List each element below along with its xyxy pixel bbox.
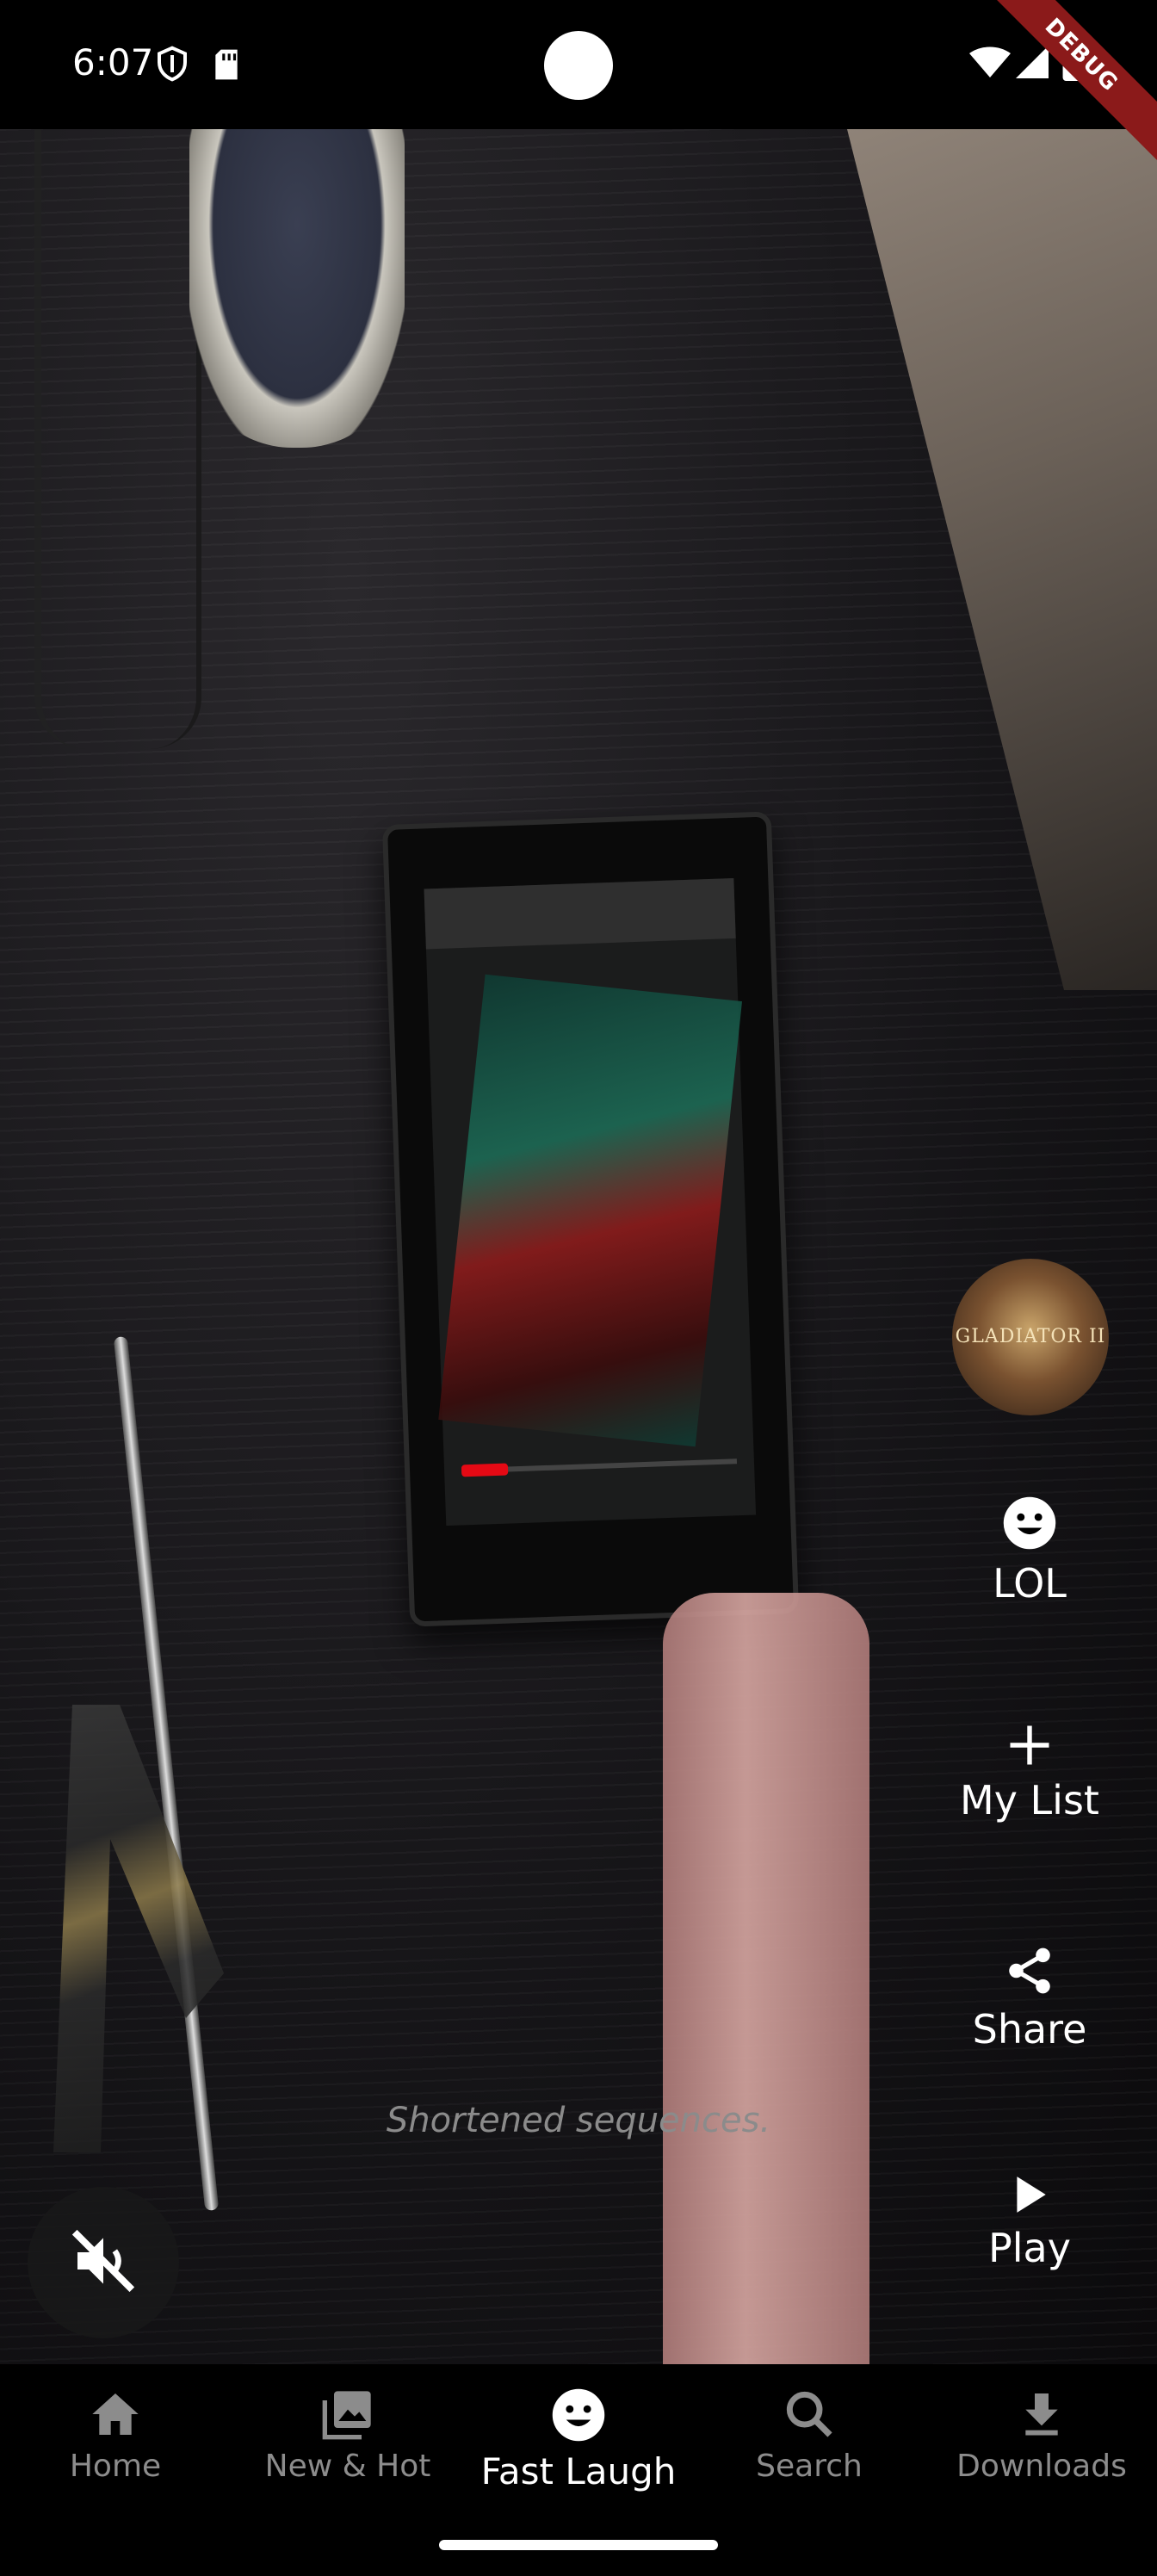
wifi-icon: [969, 46, 1011, 81]
collections-icon: [322, 2391, 371, 2440]
sd-card-icon: [212, 48, 241, 84]
play-icon: [926, 2173, 1133, 2220]
nav-new-and-hot[interactable]: New & Hot: [236, 2387, 460, 2484]
video-scene-mug: [189, 129, 405, 448]
nav-fast-laugh-label: Fast Laugh: [480, 2450, 677, 2492]
nav-home[interactable]: Home: [3, 2387, 227, 2484]
download-icon: [1025, 2393, 1058, 2436]
shield-icon: [155, 45, 189, 86]
lol-label: LOL: [993, 1560, 1067, 1607]
video-scene-finger: [663, 1593, 869, 2493]
smiley-icon: [926, 1495, 1133, 1555]
volume-off-icon: [69, 2226, 138, 2299]
home-indicator[interactable]: [439, 2540, 718, 2550]
play-button[interactable]: Play: [926, 2173, 1133, 2271]
nav-downloads[interactable]: Downloads: [930, 2387, 1154, 2484]
nav-home-label: Home: [69, 2449, 162, 2484]
video-scene-tablet: [381, 811, 800, 1627]
smiley-icon: [552, 2388, 605, 2442]
status-bar: 6:07 DEBUG: [0, 0, 1157, 168]
video-scene-glasses: [34, 129, 201, 749]
status-time: 6:07: [72, 41, 154, 84]
share-label: Share: [972, 2006, 1087, 2053]
movie-poster-avatar[interactable]: GLADIATOR II: [952, 1259, 1109, 1415]
tablet-screen: [424, 877, 757, 1526]
nav-downloads-label: Downloads: [956, 2449, 1127, 2484]
play-label: Play: [988, 2225, 1071, 2271]
my-list-label: My List: [960, 1777, 1099, 1824]
poster-title: GLADIATOR II: [955, 1326, 1106, 1347]
nav-new-and-hot-label: New & Hot: [264, 2449, 431, 2484]
tablet-progress-bar: [461, 1458, 738, 1477]
nav-search-label: Search: [756, 2449, 863, 2484]
search-icon: [786, 2391, 832, 2437]
plus-icon: [926, 1722, 1133, 1772]
share-icon: [926, 1944, 1133, 2001]
nav-fast-laugh[interactable]: Fast Laugh: [467, 2387, 690, 2492]
tablet-topbar: [424, 877, 736, 950]
lol-button[interactable]: LOL: [926, 1495, 1133, 1607]
my-list-button[interactable]: My List: [926, 1722, 1133, 1824]
mute-toggle-button[interactable]: [28, 2187, 179, 2338]
video-caption: Shortened sequences.: [386, 2101, 771, 2140]
app-screen: 6:07 DEBUG Shortened sequences. GLADIATO…: [0, 0, 1157, 2576]
nav-search[interactable]: Search: [697, 2387, 921, 2484]
share-button[interactable]: Share: [926, 1944, 1133, 2053]
tablet-artwork: [438, 974, 743, 1447]
home-icon: [92, 2393, 139, 2435]
front-camera: [544, 31, 613, 100]
signal-icon: [1016, 45, 1049, 83]
